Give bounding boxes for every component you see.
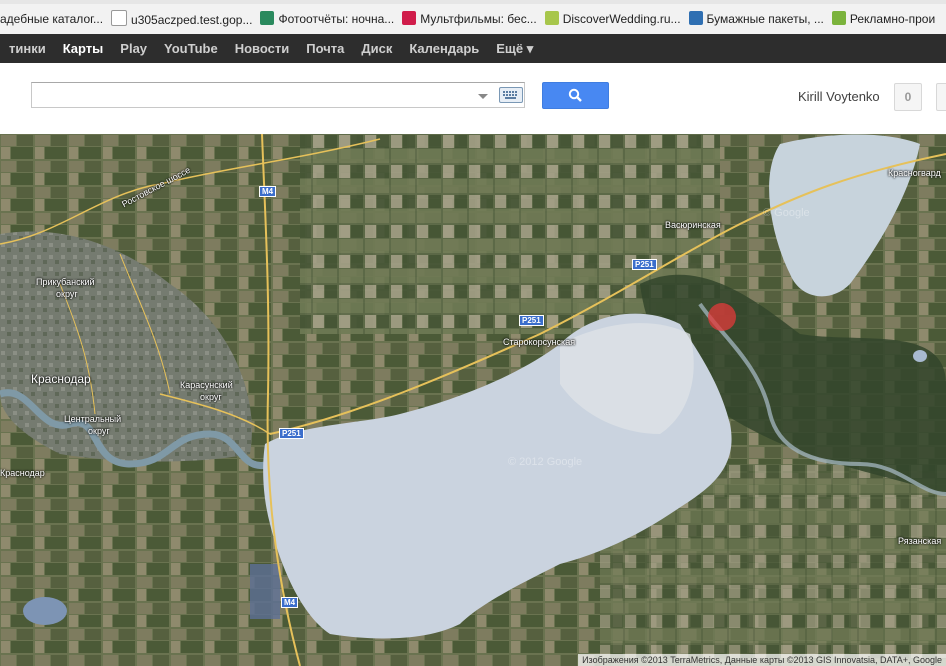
map-watermark: © 2012 Google <box>508 456 583 468</box>
window-top-strip <box>0 0 946 4</box>
google-nav-bar: тинки Карты Play YouTube Новости Почта Диск Кал… <box>0 34 946 63</box>
share-button[interactable] <box>936 83 946 111</box>
bookmark-label: Рекламно-прои <box>849 12 936 26</box>
bookmark-item[interactable]: адебные каталог... <box>0 12 103 26</box>
g-logo-icon <box>260 11 275 25</box>
search-header: Kirill Voytenko 0 <box>0 63 946 135</box>
nav-item[interactable]: Почта <box>306 34 344 63</box>
map-label-district: Центральный <box>64 414 122 424</box>
search-icon <box>568 88 582 102</box>
map-label-city: Краснодар <box>31 372 91 386</box>
ivi-icon <box>402 11 417 25</box>
map-label-district: округ <box>88 426 110 436</box>
bookmark-item[interactable]: Мультфильмы: бес... <box>402 11 537 26</box>
road-shield-m4: M4 <box>281 597 299 608</box>
search-box[interactable] <box>31 82 525 108</box>
frog-icon <box>831 11 846 25</box>
road-shield-p251: P251 <box>632 259 657 270</box>
nav-item[interactable]: Календарь <box>409 34 479 63</box>
cloud-icon <box>688 11 703 25</box>
map-label-district: округ <box>56 289 78 299</box>
map-label-district: Прикубанский <box>36 277 95 287</box>
search-input[interactable] <box>34 85 478 107</box>
dropdown-arrow-icon[interactable] <box>475 88 491 104</box>
bookmark-label: Бумажные пакеты, ... <box>706 12 824 26</box>
road-shield-m4: M4 <box>259 186 277 197</box>
map-attribution: Изображения ©2013 TerraMetrics, Данные к… <box>578 654 946 666</box>
bookmark-item[interactable]: Рекламно-прои <box>831 11 936 26</box>
nav-item[interactable]: Play <box>120 34 147 63</box>
dw-icon <box>544 11 559 25</box>
bookmark-label: u305aczped.test.gop... <box>131 13 253 27</box>
bookmark-item[interactable]: u305aczped.test.gop... <box>111 10 252 27</box>
road-shield-p251: P251 <box>279 428 304 439</box>
blank-page-icon <box>111 10 128 26</box>
map-label-town: Васюринская <box>665 220 721 230</box>
bookmark-label: адебные каталог... <box>0 11 104 26</box>
road-shield-p251: P251 <box>519 315 544 326</box>
bookmark-item[interactable]: Бумажные пакеты, ... <box>688 11 824 26</box>
bookmark-item[interactable]: DiscoverWedding.ru... <box>544 11 681 26</box>
bookmark-label: Мультфильмы: бес... <box>420 12 537 26</box>
notification-count[interactable]: 0 <box>894 83 922 111</box>
bookmark-item[interactable]: Фотоотчёты: ночна... <box>260 11 394 26</box>
google-nav: тинки Карты Play YouTube Новости Почта Диск Кал… <box>0 34 541 63</box>
nav-item[interactable]: Ещё ▾ <box>496 34 533 63</box>
nav-item[interactable]: тинки <box>9 34 46 63</box>
map-label-district: округ <box>200 392 222 402</box>
nav-item[interactable]: YouTube <box>164 34 218 63</box>
map-label-town: Рязанская <box>898 536 942 546</box>
map-label-city: Краснодар <box>0 468 45 478</box>
nav-item[interactable]: Новости <box>235 34 290 63</box>
bookmarks-bar: адебные каталог... u305aczped.test.gop...… <box>0 0 946 35</box>
search-button[interactable] <box>542 82 609 109</box>
map-label-district: Карасунский <box>180 380 233 390</box>
nav-item[interactable]: Диск <box>361 34 392 63</box>
user-name[interactable]: Kirill Voytenko <box>798 89 880 104</box>
bookmark-label: DiscoverWedding.ru... <box>562 12 681 26</box>
map-watermark: © Google <box>763 207 810 219</box>
nav-item[interactable]: Карты <box>63 34 104 63</box>
satellite-map[interactable]: Ростовское шоссе M4 Васюринская Красногв… <box>0 134 946 666</box>
keyboard-icon[interactable] <box>499 87 523 103</box>
bookmarks-list: адебные каталог... u305aczped.test.gop...… <box>0 10 943 27</box>
map-label-town: Старокорсунская <box>503 337 576 347</box>
map-label-town: Красногвард <box>888 168 941 178</box>
bookmark-label: Фотоотчёты: ночна... <box>278 12 395 26</box>
